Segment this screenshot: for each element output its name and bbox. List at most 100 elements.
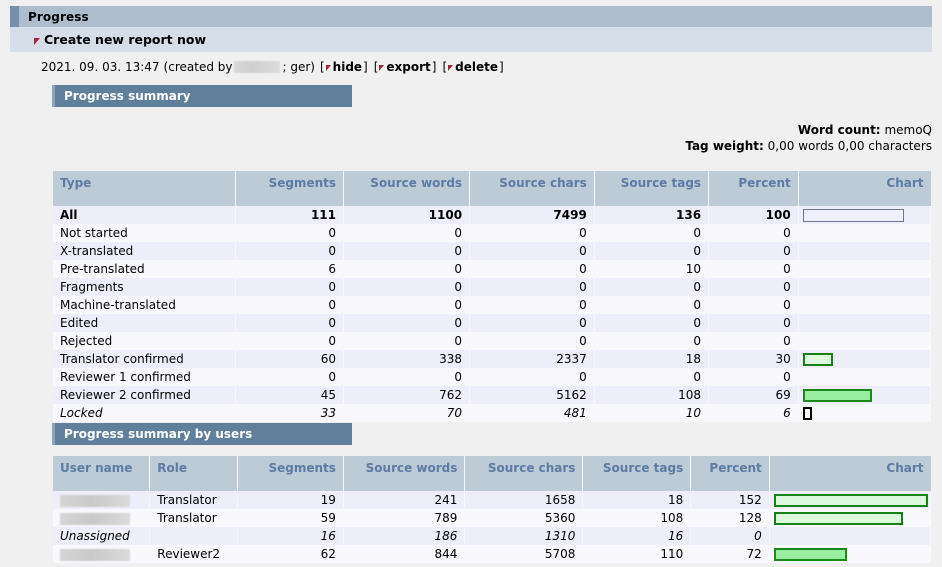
export-link[interactable]: export [386,60,430,74]
col-header-source-chars[interactable]: Source chars [470,171,595,206]
cell-source-words: 0 [344,278,470,296]
cell-source-tags: 18 [583,491,691,509]
bracket-open-hide: [ [320,60,325,74]
col-header-user-name[interactable]: User name [53,456,150,491]
chart-cell [798,224,930,242]
cell-type: Reviewer 1 confirmed [53,368,235,386]
progress-summary-banner: Progress summary [52,85,352,107]
cell-source-chars: 5708 [465,545,583,563]
cell-source-words: 241 [343,491,464,509]
create-new-report-bar[interactable]: Create new report now [10,27,932,52]
chart-cell [798,386,930,404]
table-row: Edited00000 [53,314,931,332]
created-by-label: (created by [164,60,233,74]
cell-source-tags: 10 [594,260,708,278]
cell-source-chars: 5162 [470,386,595,404]
cell-source-tags: 110 [583,545,691,563]
delete-link[interactable]: delete [455,60,498,74]
col-header-segments[interactable]: Segments [235,171,343,206]
window-header-accent [10,6,19,27]
cell-source-words: 186 [343,527,464,545]
table-row: Translator19241165818152 [53,491,931,509]
cell-source-tags: 0 [594,314,708,332]
col-header-source-words[interactable]: Source words [344,171,470,206]
cell-segments: 0 [235,332,343,350]
table-row: Reviewer262844570811072 [53,545,931,563]
bar-track [803,371,927,384]
col-header-percent[interactable]: Percent [691,456,770,491]
col-header-chart[interactable]: Chart [769,456,930,491]
cell-user-name [53,491,150,509]
cell-percent: 0 [709,296,799,314]
cell-segments: 16 [237,527,343,545]
triangle-marker-icon [34,38,40,45]
cell-source-chars: 0 [470,296,595,314]
progress-by-users-table-head: User name Role Segments Source words Sou… [53,456,931,491]
cell-source-chars: 7499 [470,206,595,224]
cell-source-tags: 10 [594,404,708,422]
table-row: Reviewer 1 confirmed00000 [53,368,931,386]
table-row: Fragments00000 [53,278,931,296]
cell-type: Machine-translated [53,296,235,314]
chart-cell [798,206,930,224]
col-header-source-chars[interactable]: Source chars [465,456,583,491]
bar-track [774,512,927,525]
cell-source-words: 762 [344,386,470,404]
cell-percent: 0 [709,260,799,278]
bar-track [803,389,927,402]
cell-type: Rejected [53,332,235,350]
bar-track [803,281,927,294]
chart-cell [769,527,930,545]
col-header-source-tags[interactable]: Source tags [594,171,708,206]
cell-segments: 0 [235,296,343,314]
table-row: Translator597895360108128 [53,509,931,527]
cell-percent: 152 [691,491,770,509]
cell-user-name [53,509,150,527]
user-name-redacted [60,513,130,525]
cell-source-tags: 0 [594,368,708,386]
cell-source-chars: 0 [470,314,595,332]
progress-bar [803,389,873,402]
cell-source-chars: 0 [470,224,595,242]
cell-source-words: 0 [344,296,470,314]
cell-source-chars: 2337 [470,350,595,368]
bar-track [803,335,927,348]
bracket-open-export: [ [374,60,379,74]
col-header-segments[interactable]: Segments [237,456,343,491]
cell-segments: 45 [235,386,343,404]
table-row: Locked3370481106 [53,404,931,422]
chart-cell [798,242,930,260]
word-count-label: Word count: [798,123,881,137]
cell-source-chars: 481 [470,404,595,422]
cell-percent: 0 [691,527,770,545]
create-new-report-label[interactable]: Create new report now [34,32,206,47]
col-header-chart[interactable]: Chart [798,171,930,206]
triangle-marker-hide-icon [326,65,331,71]
cell-segments: 0 [235,278,343,296]
word-count-info: Word count: memoQ Tag weight: 0,00 words… [685,122,932,154]
word-count-row: Word count: memoQ [685,122,932,138]
col-header-source-words[interactable]: Source words [343,456,464,491]
progress-bar [803,407,812,420]
cell-percent: 0 [709,368,799,386]
cell-source-tags: 0 [594,296,708,314]
cell-source-words: 789 [343,509,464,527]
col-header-role[interactable]: Role [150,456,237,491]
chart-cell [798,350,930,368]
cell-type: X-translated [53,242,235,260]
table-row: Machine-translated00000 [53,296,931,314]
cell-source-words: 0 [344,260,470,278]
col-header-percent[interactable]: Percent [709,171,799,206]
col-header-type[interactable]: Type [53,171,235,206]
bar-track [803,317,927,330]
chart-cell [769,509,930,527]
triangle-marker-export-icon [379,65,384,71]
cell-source-tags: 18 [594,350,708,368]
table-row: Reviewer 2 confirmed45762516210869 [53,386,931,404]
col-header-source-tags[interactable]: Source tags [583,456,691,491]
table-row: Translator confirmed6033823371830 [53,350,931,368]
cell-percent: 0 [709,332,799,350]
hide-link[interactable]: hide [333,60,362,74]
cell-percent: 0 [709,224,799,242]
progress-bar [774,494,928,507]
